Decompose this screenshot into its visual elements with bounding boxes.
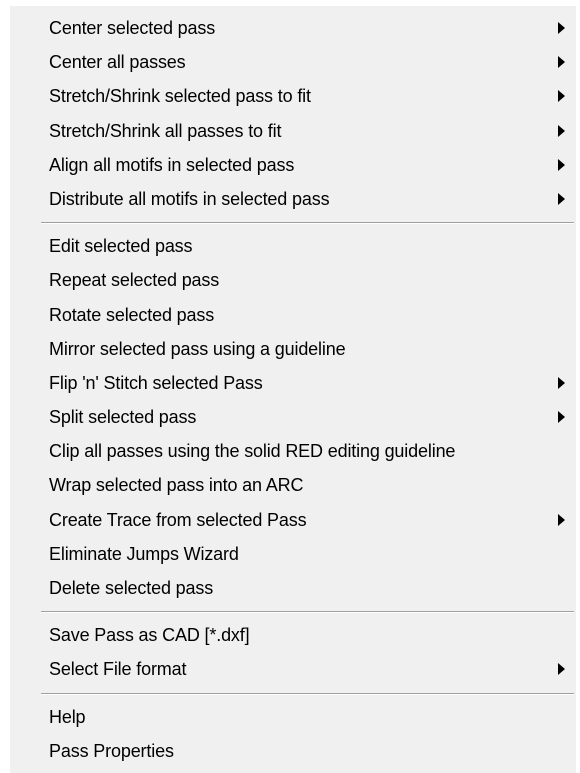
menu-item-mirror-selected-pass-using-a-guideline[interactable]: Mirror selected pass using a guideline <box>10 332 576 366</box>
menu-item-split-selected-pass[interactable]: Split selected pass <box>10 400 576 434</box>
submenu-arrow-icon <box>558 193 565 206</box>
menu-item-delete-selected-pass[interactable]: Delete selected pass <box>10 571 576 605</box>
menu-item-label: Center all passes <box>49 52 186 73</box>
menu-item-label: Center selected pass <box>49 18 216 38</box>
menu-item-save-pass-as-cad-dxf[interactable]: Save Pass as CAD [*.dxf] <box>10 618 576 652</box>
menu-item-label: Split selected pass <box>49 407 197 428</box>
menu-item-wrap-selected-pass-into-an-arc[interactable]: Wrap selected pass into an ARC <box>10 468 576 502</box>
submenu-arrow-icon <box>558 411 565 424</box>
menu-item-label: Stretch/Shrink all passes to fit <box>49 120 282 141</box>
menu-item-center-all-passes[interactable]: Center all passes <box>10 45 576 79</box>
menu-item-label: Delete selected pass <box>49 578 214 598</box>
menu-item-label: Edit selected pass <box>49 236 193 257</box>
menu-item-distribute-all-motifs-in-selected-pass[interactable]: Distribute all motifs in selected pass <box>10 182 576 216</box>
submenu-arrow-icon <box>558 90 565 103</box>
menu-item-repeat-selected-pass[interactable]: Repeat selected pass <box>10 263 576 297</box>
menu-item-select-file-format[interactable]: Select File format <box>10 652 576 686</box>
menu-item-align-all-motifs-in-selected-pass[interactable]: Align all motifs in selected pass <box>10 148 576 182</box>
context-menu: Center selected pass Center all passes Str… <box>10 6 576 773</box>
menu-separator <box>10 216 576 229</box>
menu-item-label: Stretch/Shrink selected pass to fit <box>49 86 311 107</box>
menu-item-center-selected-pass[interactable]: Center selected pass <box>10 11 576 45</box>
menu-item-flip-n-stitch-selected-pass[interactable]: Flip 'n' Stitch selected Pass <box>10 366 576 400</box>
submenu-arrow-icon <box>558 124 565 137</box>
menu-item-label: Rotate selected pass <box>49 304 215 325</box>
submenu-arrow-icon <box>558 663 565 676</box>
menu-item-label: Distribute all motifs in selected pass <box>49 188 330 209</box>
menu-item-stretch-shrink-selected-pass-to-fit[interactable]: Stretch/Shrink selected pass to fit <box>10 79 576 113</box>
menu-item-edit-selected-pass[interactable]: Edit selected pass <box>10 229 576 263</box>
submenu-arrow-icon <box>558 56 565 69</box>
menu-item-label: Mirror selected pass using a guideline <box>49 338 346 359</box>
menu-item-clip-all-passes-using-the-solid-red-editing-guideline[interactable]: Clip all passes using the solid RED edit… <box>10 434 576 468</box>
menu-item-label: Help <box>49 706 86 727</box>
menu-item-label: Flip 'n' Stitch selected Pass <box>49 372 263 393</box>
submenu-arrow-icon <box>558 22 565 35</box>
menu-item-label: Select File format <box>49 659 187 680</box>
menu-item-rotate-selected-pass[interactable]: Rotate selected pass <box>10 298 576 332</box>
menu-item-help[interactable]: Help <box>10 700 576 734</box>
menu-item-create-trace-from-selected-pass[interactable]: Create Trace from selected Pass <box>10 503 576 537</box>
menu-item-label: Align all motifs in selected pass <box>49 154 295 175</box>
menu-item-label: Clip all passes using the solid RED edit… <box>49 441 456 462</box>
menu-item-pass-properties[interactable]: Pass Properties <box>10 734 576 768</box>
submenu-arrow-icon <box>558 513 565 526</box>
menu-item-label: Repeat selected pass <box>49 270 220 291</box>
menu-item-eliminate-jumps-wizard[interactable]: Eliminate Jumps Wizard <box>10 537 576 571</box>
submenu-arrow-icon <box>558 376 565 389</box>
menu-item-label: Create Trace from selected Pass <box>49 509 307 530</box>
menu-item-stretch-shrink-all-passes-to-fit[interactable]: Stretch/Shrink all passes to fit <box>10 114 576 148</box>
menu-list: Center selected pass Center all passes Str… <box>10 11 576 768</box>
submenu-arrow-icon <box>558 158 565 171</box>
menu-item-label: Eliminate Jumps Wizard <box>49 543 239 564</box>
menu-item-label: Wrap selected pass into an ARC <box>49 475 304 496</box>
menu-item-label: Save Pass as CAD [*.dxf] <box>49 625 250 646</box>
menu-item-label: Pass Properties <box>49 740 174 761</box>
menu-separator <box>10 687 576 700</box>
menu-separator <box>10 605 576 618</box>
